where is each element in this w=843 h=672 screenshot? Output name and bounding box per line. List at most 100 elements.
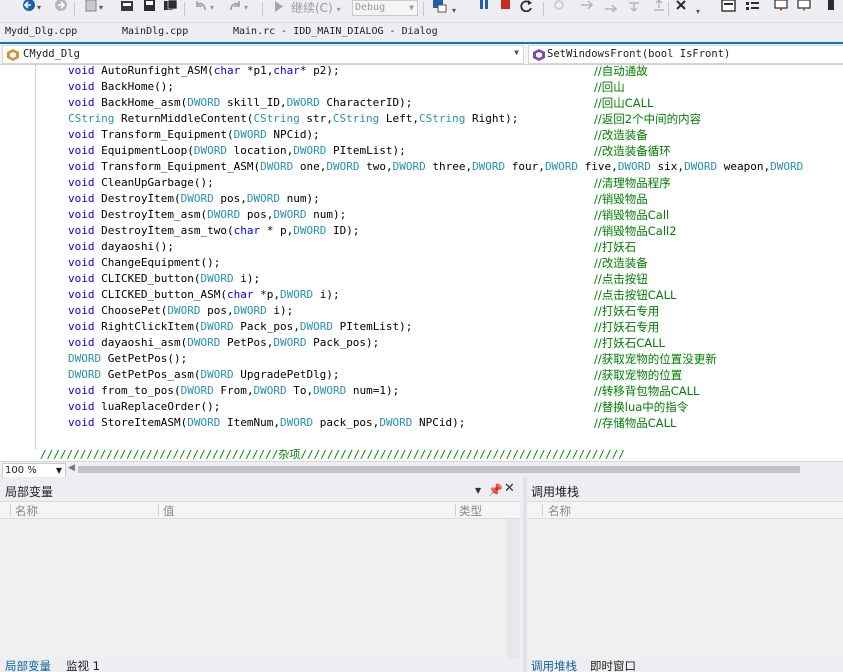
code-token: DWORD: [684, 160, 718, 173]
breakpoint-remove-icon[interactable]: [796, 0, 814, 14]
code-token: DWORD: [187, 96, 221, 109]
tab-immediate-window[interactable]: 即时窗口: [590, 660, 636, 672]
new-project-icon[interactable]: [84, 0, 98, 12]
zoom-dropdown[interactable]: 100 % ▼: [2, 463, 66, 478]
tab-main-rc-dialog[interactable]: Main.rc - IDD_MAIN_DIALOG - Dialog: [233, 26, 438, 37]
redo-dropdown-icon[interactable]: ▾: [244, 0, 248, 16]
scrollbar-thumb[interactable]: [78, 466, 800, 473]
pin-icon[interactable]: 📌: [488, 483, 503, 497]
solution-config-dropdown[interactable]: Debug ▼: [352, 0, 418, 16]
close-icon[interactable]: ✕: [504, 481, 515, 496]
tab-mydd-dlg-cpp[interactable]: Mydd_Dlg.cpp: [5, 26, 77, 37]
scroll-left-icon[interactable]: ◀: [68, 463, 75, 473]
start-icon[interactable]: [274, 1, 284, 13]
bookmark-icon[interactable]: [652, 0, 666, 12]
find-dropdown-icon[interactable]: ▾: [696, 4, 700, 20]
redo-icon[interactable]: [228, 0, 242, 12]
back-dropdown-icon[interactable]: ▾: [37, 0, 41, 16]
panel-splitter[interactable]: [523, 477, 527, 672]
stop-icon[interactable]: [501, 0, 511, 10]
code-comment: //打妖石专用: [594, 320, 660, 334]
back-icon[interactable]: [22, 0, 36, 12]
code-token: void: [68, 65, 95, 77]
code-comment: //改造装备循环: [594, 144, 671, 158]
code-editor[interactable]: void AutoRunfight_ASM(char *p1,char* p2)…: [0, 65, 843, 461]
code-token: void: [68, 320, 95, 333]
comment-icon[interactable]: [627, 0, 641, 12]
panel-menu-icon[interactable]: ▼: [475, 486, 481, 495]
code-token: ChoosePet(: [94, 304, 168, 317]
code-comment: //回山: [594, 80, 625, 94]
column-divider: [542, 504, 543, 516]
continue-dropdown-icon: ▾: [336, 5, 341, 14]
toolbar-separator: [74, 2, 75, 16]
code-line: void Transform_Equipment(DWORD NPCid);: [68, 127, 320, 143]
code-token: void: [68, 96, 95, 109]
code-token: DWORD: [544, 160, 579, 173]
code-token: pos,: [200, 304, 234, 317]
code-token: UpgradePetDlg);: [233, 368, 340, 381]
code-token: void: [68, 176, 95, 189]
tab-locals[interactable]: 局部变量: [5, 660, 51, 672]
tab-call-stack[interactable]: 调用堆栈: [531, 660, 577, 672]
code-line: void DestroyItem_asm_two(char * p,DWORD …: [68, 223, 359, 239]
code-line: DWORD GetPetPos();: [68, 351, 187, 367]
break-all-icon[interactable]: [480, 0, 490, 10]
code-token: * p,: [260, 224, 294, 237]
column-value[interactable]: 值: [163, 503, 175, 519]
code-token: PItemList);: [326, 144, 406, 157]
column-divider: [10, 504, 11, 516]
code-token: DWORD: [260, 160, 294, 173]
code-token: CString: [253, 112, 300, 125]
undo-dropdown-icon[interactable]: ▾: [210, 0, 214, 16]
overflow-icon[interactable]: [826, 0, 838, 14]
tab-maindlg-cpp[interactable]: MainDlg.cpp: [122, 26, 188, 37]
step-into-icon[interactable]: [552, 0, 566, 12]
code-token: StoreItemASM(: [94, 416, 188, 429]
restart-icon[interactable]: [520, 0, 534, 12]
member-scope-dropdown[interactable]: SetWindowsFront(bool IsFront): [528, 45, 843, 64]
code-line: void CleanUpGarbage();: [68, 175, 214, 191]
code-token: DWORD: [326, 160, 360, 173]
column-name[interactable]: 名称: [548, 503, 571, 519]
process-icon[interactable]: [432, 0, 448, 14]
code-token: i);: [266, 304, 294, 317]
windows-icon[interactable]: [720, 0, 738, 14]
code-line: void EquipmentLoop(DWORD location,DWORD …: [68, 143, 406, 159]
column-type[interactable]: 类型: [459, 503, 482, 519]
forward-icon[interactable]: [54, 0, 68, 12]
locals-vertical-scrollbar[interactable]: [506, 519, 520, 659]
code-token: DWORD: [200, 272, 234, 285]
editor-horizontal-scrollbar[interactable]: 100 % ▼ ◀: [0, 461, 843, 478]
code-token: pos,: [240, 208, 274, 221]
save-all-icon[interactable]: [164, 0, 178, 12]
code-line: void BackHome_asm(DWORD skill_ID,DWORD C…: [68, 95, 412, 111]
code-line: void DestroyItem(DWORD pos,DWORD num);: [68, 191, 320, 207]
new-project-dropdown-icon[interactable]: ▾: [99, 0, 103, 16]
code-token: *p,: [253, 288, 280, 301]
save-icon[interactable]: [143, 0, 157, 12]
step-out-icon[interactable]: [604, 0, 618, 12]
code-token: CharacterID);: [319, 96, 413, 109]
code-token: Left,: [379, 112, 420, 125]
code-token: four,: [505, 160, 545, 173]
code-comment: //打妖石专用: [594, 304, 660, 318]
undo-icon[interactable]: [194, 0, 208, 12]
breakpoint-add-icon[interactable]: [773, 0, 791, 14]
open-file-icon[interactable]: [120, 0, 134, 12]
find-icon[interactable]: [675, 0, 693, 14]
document-tab-strip: Mydd_Dlg.cpp MainDlg.cpp Main.rc - IDD_M…: [0, 23, 843, 42]
code-token: DWORD: [472, 160, 506, 173]
process-dropdown-icon[interactable]: ▾: [452, 3, 456, 19]
step-over-icon[interactable]: [580, 0, 594, 12]
tab-watch-1[interactable]: 监视 1: [66, 660, 100, 672]
class-scope-dropdown[interactable]: CMydd_Dlg ▼: [2, 45, 524, 64]
code-token: char: [213, 65, 241, 77]
code-token: pos,: [213, 192, 247, 205]
list-icon[interactable]: [745, 0, 761, 14]
code-token: DestroyItem_asm(: [94, 208, 208, 221]
code-token: void: [68, 240, 95, 253]
code-comment: //获取宠物的位置: [594, 368, 683, 382]
column-name[interactable]: 名称: [15, 503, 38, 519]
continue-button[interactable]: 继续(C) ▾: [291, 0, 341, 18]
